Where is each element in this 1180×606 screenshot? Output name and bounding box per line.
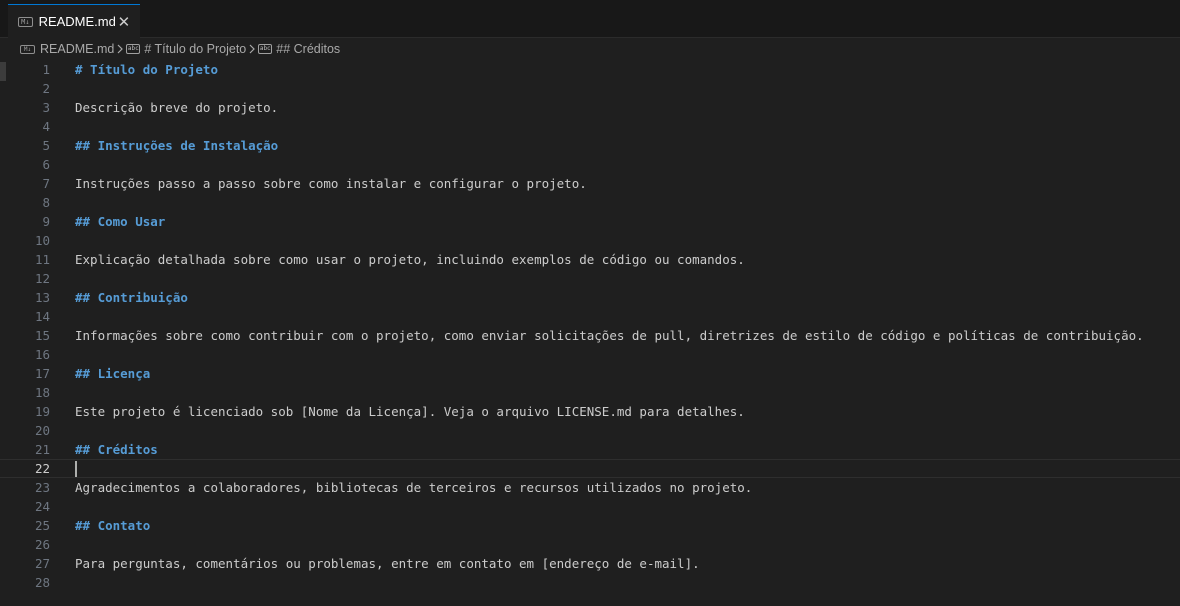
editor-line[interactable]: 28 [0,573,1180,592]
editor-line[interactable]: 11 Explicação detalhada sobre como usar o… [0,250,1180,269]
chevron-right-icon [114,44,126,54]
editor-line[interactable]: 20 [0,421,1180,440]
breadcrumb-section-title[interactable]: abc # Título do Projeto [126,42,246,56]
line-number: 4 [42,119,50,134]
line-number: 14 [34,309,50,324]
editor-line[interactable]: 6 [0,155,1180,174]
editor-line[interactable]: 1 # Título do Projeto [0,60,1180,79]
line-number: 2 [42,81,50,96]
close-icon[interactable]: ✕ [116,13,132,31]
tab-label: README.md [38,14,116,29]
line-number: 13 [34,290,50,305]
code-editor[interactable]: 1 # Título do Projeto 2 3 Descrição breve do… [0,60,1180,606]
editor-line[interactable]: 2 [0,79,1180,98]
breadcrumb-section-creditos[interactable]: abc ## Créditos [258,42,340,56]
editor-line[interactable]: 26 [0,535,1180,554]
line-text: Descrição breve do projeto. [75,100,279,115]
line-text: Para perguntas, comentários ou problemas… [75,556,700,571]
string-symbol-icon: abc [126,44,141,54]
breadcrumb-section-creditos-label: ## Créditos [276,42,341,56]
line-text: Agradecimentos a colaboradores, bibliote… [75,480,753,495]
markdown-heading: ## Contato [75,518,151,533]
line-number: 7 [42,176,50,191]
line-number: 8 [42,195,50,210]
line-number: 19 [34,404,50,419]
editor-line[interactable]: 10 [0,231,1180,250]
line-text: Instruções passo a passo sobre como inst… [75,176,587,191]
markdown-heading: ## Como Usar [75,214,166,229]
line-number: 18 [34,385,50,400]
line-number: 1 [42,62,50,77]
line-number: 20 [34,423,50,438]
line-number: 9 [42,214,50,229]
editor-line[interactable]: 15 Informações sobre como contribuir com … [0,326,1180,345]
line-number: 11 [34,252,50,267]
line-number: 22 [34,461,50,476]
markdown-heading: ## Créditos [75,442,158,457]
line-number: 6 [42,157,50,172]
breadcrumb-file-label: README.md [40,42,115,56]
line-text: Este projeto é licenciado sob [Nome da L… [75,404,745,419]
markdown-heading: # Título do Projeto [75,62,218,77]
markdown-heading: ## Instruções de Instalação [75,138,279,153]
editor-line[interactable]: 9 ## Como Usar [0,212,1180,231]
editor-line[interactable]: 18 [0,383,1180,402]
editor-line[interactable]: 24 [0,497,1180,516]
line-number: 3 [42,100,50,115]
line-number: 10 [34,233,50,248]
line-number: 26 [34,537,50,552]
editor-window: M↓ README.md ✕ M↓ README.md abc # Título… [0,0,1180,606]
line-number: 28 [34,575,50,590]
line-number: 5 [42,138,50,153]
line-number: 24 [34,499,50,514]
string-symbol-icon: abc [258,44,273,54]
line-number: 23 [34,480,50,495]
line-number: 16 [34,347,50,362]
editor-line[interactable]: 8 [0,193,1180,212]
line-number: 17 [34,366,50,381]
editor-line[interactable]: 7 Instruções passo a passo sobre como ins… [0,174,1180,193]
breadcrumb-section-title-label: # Título do Projeto [144,42,247,56]
editor-line[interactable]: 21 ## Créditos [0,440,1180,459]
line-number: 21 [34,442,50,457]
editor-line[interactable]: 5 ## Instruções de Instalação [0,136,1180,155]
editor-line[interactable]: 17 ## Licença [0,364,1180,383]
editor-line[interactable]: 23 Agradecimentos a colaboradores, biblio… [0,478,1180,497]
editor-line[interactable]: 27 Para perguntas, comentários ou problem… [0,554,1180,573]
editor-line[interactable]: 19 Este projeto é licenciado sob [Nome da… [0,402,1180,421]
editor-line[interactable]: 13 ## Contribuição [0,288,1180,307]
markdown-heading: ## Licença [75,366,151,381]
tab-bar: M↓ README.md ✕ [0,0,1180,38]
editor-line[interactable]: 22 [0,459,1180,478]
tab-readme[interactable]: M↓ README.md ✕ [8,4,140,38]
line-number: 25 [34,518,50,533]
chevron-right-icon [246,44,258,54]
text-cursor [75,461,77,477]
markdown-heading: ## Contribuição [75,290,188,305]
editor-line[interactable]: 14 [0,307,1180,326]
line-text: Explicação detalhada sobre como usar o p… [75,252,745,267]
editor-line[interactable]: 12 [0,269,1180,288]
editor-line[interactable]: 3 Descrição breve do projeto. [0,98,1180,117]
markdown-file-icon: M↓ [18,16,33,27]
editor-line[interactable]: 16 [0,345,1180,364]
line-number: 27 [34,556,50,571]
markdown-file-icon: M↓ [20,44,35,54]
line-text: Informações sobre como contribuir com o … [75,328,1144,343]
breadcrumb: M↓ README.md abc # Título do Projeto abc… [0,39,1180,59]
line-number: 12 [34,271,50,286]
editor-line[interactable]: 25 ## Contato [0,516,1180,535]
line-number: 15 [34,328,50,343]
editor-line[interactable]: 4 [0,117,1180,136]
breadcrumb-file[interactable]: M↓ README.md [20,42,114,56]
